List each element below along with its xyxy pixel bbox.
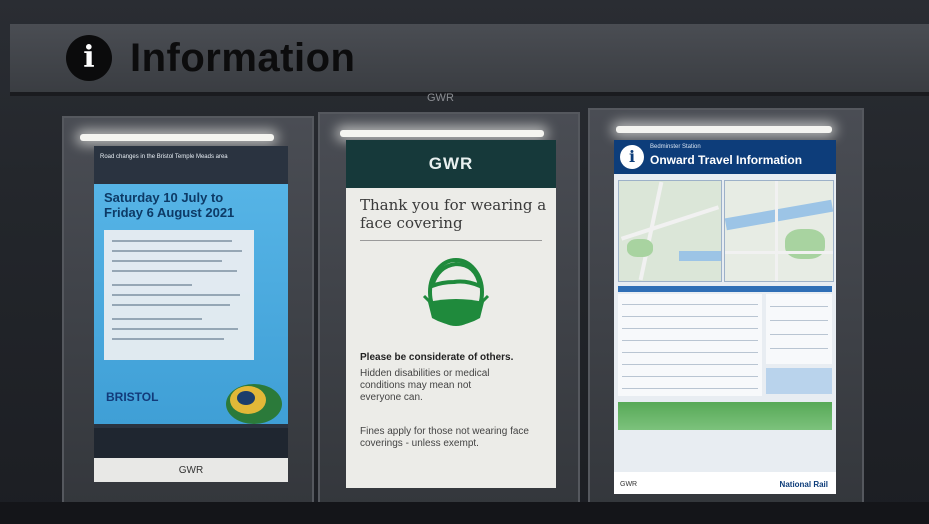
wider-area-map xyxy=(724,180,834,282)
disabilities-text: Hidden disabilities or medical condition… xyxy=(360,368,490,403)
bus-timetable-secondary xyxy=(766,294,832,364)
poster-left-gwr-logo: GWR xyxy=(94,458,288,482)
considerate-line: Please be considerate of others. xyxy=(360,352,514,363)
sign-title: Information xyxy=(130,36,356,80)
info-icon: i xyxy=(66,35,112,81)
lamp-center xyxy=(340,130,544,137)
poster-left-dates: Saturday 10 July to Friday 6 August 2021 xyxy=(104,190,235,220)
poster-road-changes: Road changes in the Bristol Temple Meads… xyxy=(94,146,288,482)
timetable-heading-band xyxy=(618,286,832,292)
floor-shadow xyxy=(0,502,929,524)
bus-timetable xyxy=(618,294,762,396)
onward-travel-header: i Bedminster Station Onward Travel Infor… xyxy=(614,140,836,174)
poster-onward-travel: i Bedminster Station Onward Travel Infor… xyxy=(614,140,836,494)
onward-travel-title: Onward Travel Information xyxy=(650,153,803,167)
footer-gwr-logo: GWR xyxy=(620,481,638,488)
poster-left-text-block xyxy=(104,230,254,360)
poster-left-footer-band xyxy=(94,428,288,458)
center-gwr-mark: GWR xyxy=(427,92,454,104)
green-info-band xyxy=(618,402,832,430)
information-sign: i Information xyxy=(10,24,929,96)
fines-text: Fines apply for those not wearing face c… xyxy=(360,426,529,449)
lamp-left xyxy=(80,134,274,141)
local-area-map xyxy=(618,180,722,282)
title-divider xyxy=(360,240,542,241)
poster-left-heading: Road changes in the Bristol Temple Meads… xyxy=(100,154,228,160)
face-mask-icon xyxy=(422,258,490,326)
info-icon: i xyxy=(620,145,644,169)
poster-face-covering: GWR Thank you for wearing a face coverin… xyxy=(346,140,556,488)
lamp-right xyxy=(616,126,832,133)
info-box xyxy=(766,368,832,394)
gwr-logo: GWR xyxy=(346,140,556,188)
train-graphic xyxy=(226,384,282,424)
national-rail-logo: National Rail xyxy=(779,480,828,489)
bristol-logo: BRISTOL xyxy=(106,390,159,404)
face-covering-title: Thank you for wearing a face covering xyxy=(360,196,547,232)
onward-travel-footer: GWR National Rail xyxy=(614,472,836,494)
station-name: Bedminster Station xyxy=(650,144,701,150)
